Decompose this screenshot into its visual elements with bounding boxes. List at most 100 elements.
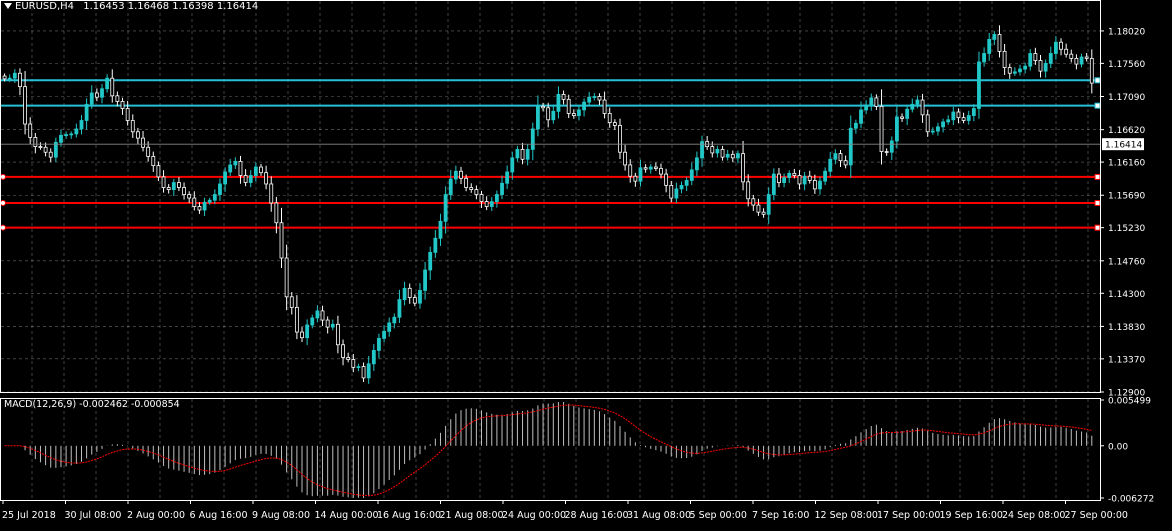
- bear-candle: [761, 211, 766, 215]
- bear-candle: [541, 105, 545, 109]
- bear-candle: [741, 153, 745, 183]
- bear-candle: [130, 120, 135, 133]
- bear-candle: [484, 201, 489, 207]
- bull-candle: [695, 157, 699, 171]
- price-tick-label: 1.17090: [1108, 93, 1145, 103]
- price-tick-label: 1.16620: [1108, 126, 1145, 136]
- bull-candle: [864, 104, 869, 111]
- bull-candle: [905, 108, 910, 119]
- bull-candle: [889, 140, 894, 153]
- bear-candle: [469, 187, 474, 191]
- bull-candle: [530, 128, 535, 150]
- bear-candle: [797, 175, 802, 185]
- bull-candle: [577, 109, 581, 116]
- bear-candle: [23, 86, 27, 125]
- bull-candle: [1018, 68, 1022, 73]
- bull-candle: [977, 61, 981, 109]
- bull-candle: [505, 171, 510, 184]
- price-tick-label: 1.13830: [1108, 323, 1145, 333]
- bull-candle: [207, 199, 212, 203]
- bear-candle: [597, 96, 602, 101]
- low-value: 1.16398: [172, 1, 214, 12]
- bull-candle: [941, 121, 945, 128]
- bull-candle: [248, 175, 253, 183]
- bear-candle: [28, 123, 33, 138]
- resistance-line-handle: [1094, 77, 1101, 84]
- bear-candle: [33, 137, 38, 147]
- bull-candle: [377, 338, 381, 351]
- time-axis: 25 Jul 2018 30 Jul 08:00 2 Aug 00:00 6 Aug …: [2, 500, 1128, 521]
- bull-candle: [448, 178, 453, 195]
- bear-candle: [238, 160, 243, 176]
- time-tick-label: 16 Aug 16:00: [377, 510, 441, 521]
- bull-candle: [536, 105, 540, 130]
- bear-candle: [1089, 58, 1094, 84]
- bear-candle: [756, 204, 761, 213]
- time-tick-label: 27 Sep 00:00: [1065, 510, 1128, 521]
- symbol-menu-icon[interactable]: [4, 3, 12, 9]
- bear-candle: [412, 297, 417, 304]
- support-line-handle: [1094, 173, 1101, 180]
- bear-candle: [125, 108, 130, 121]
- bear-candle: [546, 107, 551, 121]
- bull-candle: [402, 287, 407, 301]
- bear-candle: [341, 344, 345, 358]
- bull-candle: [218, 183, 222, 195]
- bull-candle: [74, 128, 79, 135]
- bear-candle: [192, 197, 197, 207]
- bear-candle: [961, 117, 966, 121]
- bull-candle: [366, 363, 371, 379]
- bear-candle: [182, 187, 186, 195]
- bull-candle: [489, 201, 494, 207]
- chart-frame: [0, 0, 1101, 501]
- time-tick-label: 14 Aug 00:00: [315, 510, 379, 521]
- bull-candle: [910, 103, 915, 110]
- bull-candle: [684, 180, 689, 186]
- bull-candle: [674, 188, 679, 199]
- bull-candle: [64, 134, 69, 136]
- bear-candle: [997, 34, 1002, 52]
- bear-candle: [43, 146, 48, 153]
- horizontal-levels[interactable]: [0, 77, 1101, 231]
- bear-candle: [571, 113, 576, 116]
- bull-candle: [171, 182, 176, 191]
- candles: [2, 25, 1094, 384]
- bull-candle: [212, 194, 217, 201]
- time-tick-label: 12 Sep 08:00: [815, 510, 878, 521]
- bull-candle: [356, 366, 361, 369]
- time-tick-label: 6 Aug 16:00: [190, 510, 248, 521]
- time-tick-label: 25 Jul 2018: [2, 510, 56, 521]
- chart-canvas[interactable]: 1.18020 1.17560 1.17090 1.16620 1.16414 1.161…: [0, 0, 1172, 527]
- price-tick-label: 1.14300: [1108, 290, 1145, 300]
- bull-candle: [233, 160, 238, 166]
- bear-candle: [346, 357, 351, 360]
- bull-candle: [330, 323, 335, 328]
- chart-area[interactable]: 1.18020 1.17560 1.17090 1.16620 1.16414 1.161…: [0, 0, 1172, 527]
- bear-candle: [618, 125, 622, 153]
- bull-candle: [453, 170, 458, 180]
- bull-candle: [736, 153, 740, 159]
- time-tick-label: 9 Aug 08:00: [252, 510, 310, 521]
- bear-candle: [407, 287, 412, 298]
- bear-candle: [838, 153, 843, 162]
- price-tick-label: 1.14760: [1108, 257, 1145, 267]
- macd-tick-label: 0.005499: [1108, 397, 1151, 407]
- bear-candle: [289, 296, 294, 308]
- bull-candle: [253, 166, 258, 176]
- bull-candle: [7, 77, 12, 80]
- bull-candle: [782, 177, 786, 183]
- bull-candle: [802, 175, 807, 185]
- bull-candle: [100, 88, 104, 98]
- bear-candle: [659, 168, 663, 175]
- bear-candle: [151, 156, 156, 167]
- bull-candle: [648, 166, 653, 170]
- bear-candle: [284, 257, 289, 298]
- bull-candle: [689, 169, 694, 181]
- bull-candle: [12, 72, 17, 79]
- macd-tick-label: 0.00: [1108, 442, 1128, 452]
- bull-candle: [828, 158, 833, 172]
- bear-candle: [607, 113, 612, 124]
- time-tick-label: 24 Aug 00:00: [502, 510, 566, 521]
- bear-candle: [361, 366, 366, 379]
- bull-candle: [551, 110, 556, 121]
